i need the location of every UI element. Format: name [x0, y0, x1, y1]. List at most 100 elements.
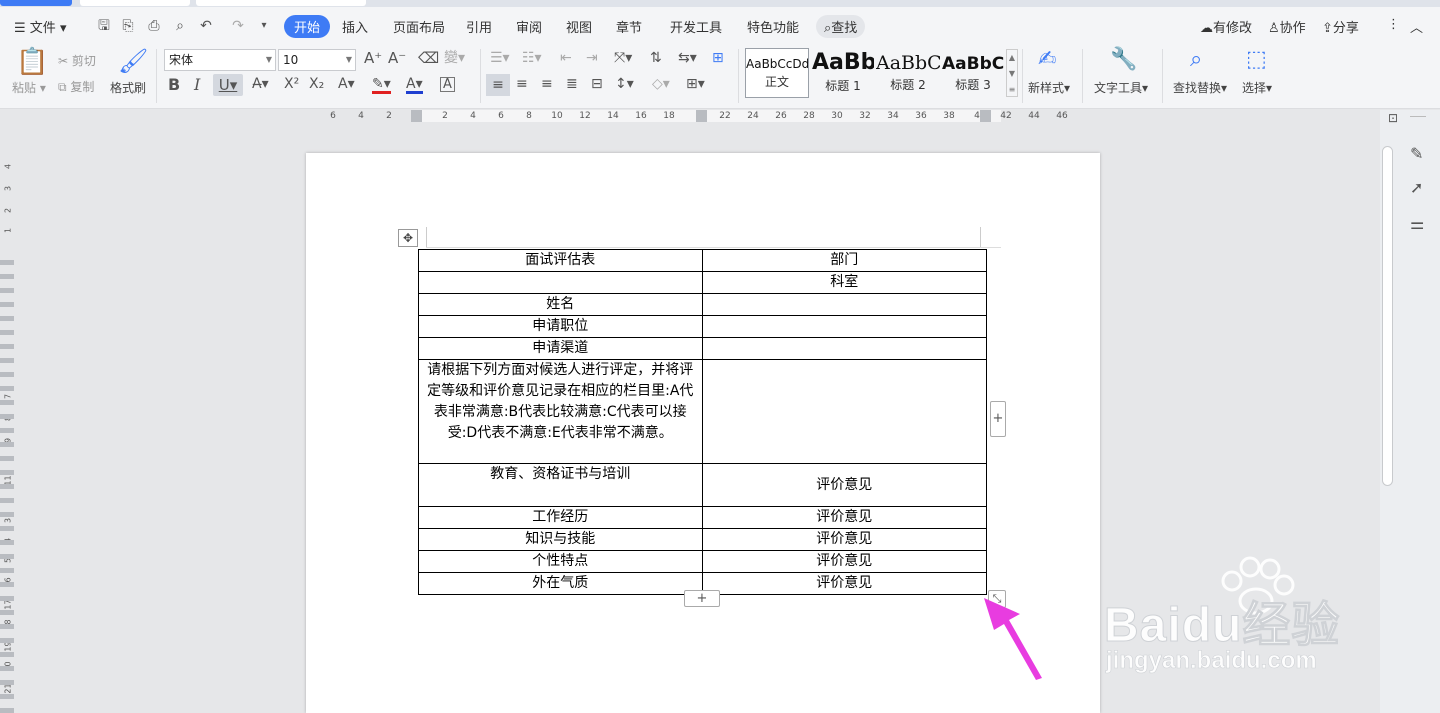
find-replace-button[interactable]: 查找替换▾	[1173, 79, 1227, 96]
tab-section[interactable]: 章节	[616, 17, 642, 36]
superscript-icon[interactable]: X²	[284, 77, 299, 91]
show-marks-icon[interactable]: ⇆▾	[678, 51, 697, 65]
select-button[interactable]: 选择▾	[1242, 79, 1272, 96]
tab-review[interactable]: 审阅	[516, 17, 542, 36]
modified-status[interactable]: ☁有修改	[1200, 17, 1252, 36]
file-menu[interactable]: ☰ 文件 ▾	[14, 17, 66, 36]
strikethrough-icon[interactable]: A̶▾	[252, 77, 269, 91]
table-cell-right[interactable]: 部门	[701, 249, 988, 272]
tab-special[interactable]: 特色功能	[747, 17, 799, 36]
style-heading-1[interactable]: AaBb 标题 1	[812, 48, 874, 98]
edit-pen-icon[interactable]: ✎	[1410, 146, 1423, 162]
justify-icon[interactable]: ≣	[566, 77, 578, 91]
tab-references[interactable]: 引用	[466, 17, 492, 36]
text-effect-icon[interactable]: A▾	[338, 77, 355, 91]
table-cell-left[interactable]: 申请职位	[418, 315, 703, 338]
table-cell-right[interactable]: 评价意见	[701, 506, 988, 529]
highlight-icon[interactable]: ✎▾	[372, 77, 391, 94]
table-cell-left[interactable]: 外在气质	[418, 572, 703, 595]
search-box[interactable]: ⌕查找	[816, 15, 866, 38]
interview-evaluation-table[interactable]: 面试评估表 部门 科室 姓名 申请职位 申请渠道 请根据下列方面对候选人进行评定，并将评定等…	[418, 249, 988, 595]
bullet-list-icon[interactable]: ☰▾	[490, 51, 510, 65]
tab-developer[interactable]: 开发工具	[670, 17, 722, 36]
increase-indent-icon[interactable]: ⇥	[586, 51, 598, 65]
cut-button[interactable]: ✂ 剪切	[58, 52, 96, 69]
table-cell-left[interactable]: 教育、资格证书与培训	[418, 463, 703, 507]
more-icon[interactable]: ⋮	[1387, 17, 1400, 32]
table-cell-right[interactable]: 评价意见	[701, 572, 988, 595]
magnifier-icon[interactable]: ⌕	[1190, 49, 1202, 71]
table-cell-right[interactable]	[701, 293, 988, 316]
distributed-icon[interactable]: ⊟	[591, 77, 603, 91]
font-color-icon[interactable]: A▾	[406, 77, 423, 94]
tab-home[interactable]: 开始	[284, 15, 331, 38]
table-tools-icon[interactable]: ⊞	[712, 51, 724, 65]
sort-icon[interactable]: ⇅	[650, 51, 662, 65]
save-icon[interactable]: 🖫	[96, 18, 112, 34]
ruler-toggle-icon[interactable]: ⊡	[1388, 112, 1398, 124]
decrease-indent-icon[interactable]: ⇤	[560, 51, 572, 65]
table-cell-left[interactable]: 面试评估表	[418, 249, 703, 272]
tab-page-layout[interactable]: 页面布局	[393, 17, 445, 36]
paste-button[interactable]: 粘贴 ▾	[12, 79, 46, 96]
chinese-layout-icon[interactable]: ⤧▾	[614, 51, 632, 65]
collaborate-button[interactable]: ♙协作	[1268, 17, 1306, 36]
add-column-button[interactable]: +	[990, 401, 1006, 437]
line-spacing-icon[interactable]: ↕▾	[615, 77, 634, 91]
bold-icon[interactable]: B	[168, 77, 180, 93]
table-cell-right[interactable]	[701, 359, 988, 464]
subscript-icon[interactable]: X₂	[309, 77, 324, 91]
format-painter-icon[interactable]: 🖌	[118, 49, 148, 73]
ruler-indent-marker[interactable]	[696, 110, 707, 122]
text-tools-button[interactable]: 文字工具▾	[1094, 79, 1148, 96]
undo-icon[interactable]: ↶	[198, 18, 214, 34]
new-style-icon[interactable]: ✍	[1038, 49, 1056, 71]
shading-icon[interactable]: ◇▾	[652, 77, 670, 91]
char-border-icon[interactable]: A	[440, 77, 455, 92]
tab-insert[interactable]: 插入	[342, 17, 368, 36]
format-painter-button[interactable]: 格式刷	[110, 79, 146, 96]
select-icon[interactable]: ⬚	[1246, 49, 1267, 71]
print-icon[interactable]: ⎙	[146, 18, 162, 34]
numbered-list-icon[interactable]: ☷▾	[522, 51, 542, 65]
phonetic-guide-icon[interactable]: 變▾	[444, 51, 465, 65]
table-cell-right[interactable]: 评价意见	[701, 463, 988, 507]
ruler-indent-marker[interactable]	[411, 110, 422, 122]
table-cell-left[interactable]: 申请渠道	[418, 337, 703, 360]
table-cell-left[interactable]: 个性特点	[418, 550, 703, 573]
horizontal-ruler[interactable]: 6 4 2 2 4 6 8 10 12 14 16 18 22 24 26 28 30 32 34 36 38 4 42 44…	[306, 110, 1100, 124]
window-tab[interactable]	[80, 0, 190, 6]
underline-icon[interactable]: U▾	[213, 74, 243, 96]
collapse-ribbon-icon[interactable]: ︿	[1410, 17, 1423, 36]
table-cell-left[interactable]: 工作经历	[418, 506, 703, 529]
window-tab[interactable]	[196, 0, 366, 6]
table-cell-right[interactable]: 评价意见	[701, 528, 988, 551]
open-icon[interactable]: ⎘	[120, 18, 136, 34]
share-button[interactable]: ⇪分享	[1322, 17, 1359, 36]
ruler-indent-marker[interactable]	[980, 110, 991, 122]
cursor-select-icon[interactable]: ➚	[1410, 180, 1423, 196]
table-cell-left[interactable]: 姓名	[418, 293, 703, 316]
font-name-select[interactable]: 宋体 ▼	[164, 49, 276, 71]
add-row-button[interactable]: +	[684, 590, 720, 607]
table-cell-right[interactable]	[701, 315, 988, 338]
align-left-icon[interactable]: ≡	[486, 74, 510, 96]
settings-sliders-icon[interactable]: ⚌	[1410, 216, 1424, 232]
table-cell-right[interactable]	[701, 337, 988, 360]
copy-button[interactable]: ⧉ 复制	[58, 78, 94, 95]
wrench-icon[interactable]: 🔧	[1110, 49, 1137, 71]
style-gallery-scroll[interactable]: ▲ ▼ ≡	[1006, 49, 1018, 97]
style-heading-3[interactable]: AaBbC 标题 3	[942, 48, 1004, 98]
style-heading-2[interactable]: AaBbC 标题 2	[876, 48, 940, 98]
table-cell-left[interactable]: 请根据下列方面对候选人进行评定，并将评定等级和评价意见记录在相应的栏目里:A代表…	[418, 359, 703, 464]
table-cell-left[interactable]: 知识与技能	[418, 528, 703, 551]
tab-view[interactable]: 视图	[566, 17, 592, 36]
table-cell-right[interactable]: 评价意见	[701, 550, 988, 573]
clear-format-icon[interactable]: ⌫	[418, 51, 439, 66]
font-size-select[interactable]: 10 ▼	[278, 49, 356, 71]
table-cell-right[interactable]: 科室	[701, 271, 988, 294]
new-style-button[interactable]: 新样式▾	[1028, 79, 1070, 96]
vertical-ruler[interactable]: 43216789112345161718192021	[0, 110, 14, 713]
decrease-font-icon[interactable]: A⁻	[388, 51, 406, 66]
table-cell-left[interactable]	[418, 271, 703, 294]
